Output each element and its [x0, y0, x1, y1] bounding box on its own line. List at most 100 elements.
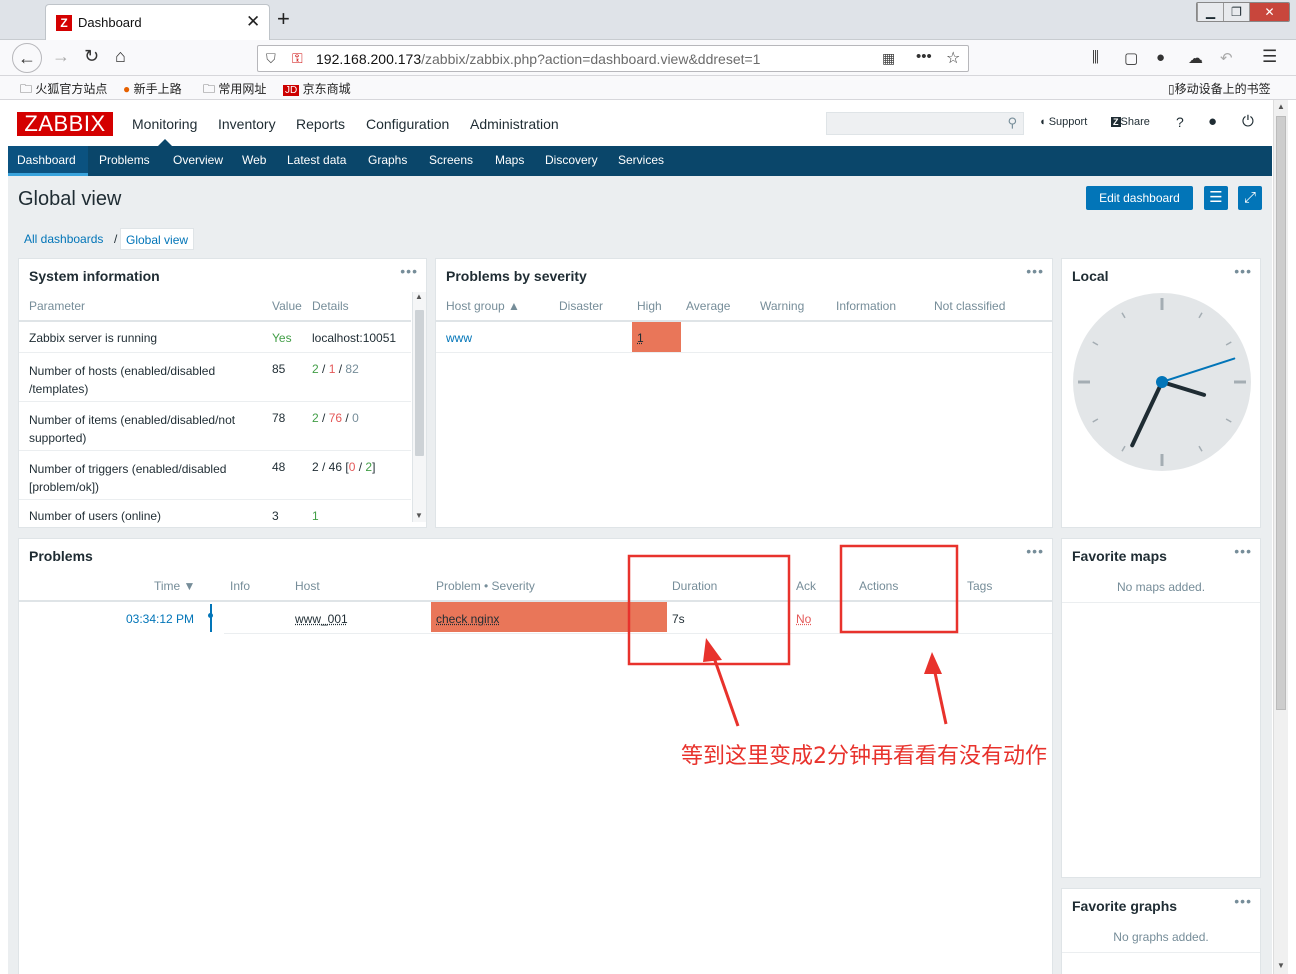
- header-divider: [436, 320, 1052, 322]
- col-header-time[interactable]: Time ▼: [154, 579, 195, 593]
- problem-ack-link[interactable]: No: [796, 612, 811, 626]
- edit-dashboard-button[interactable]: Edit dashboard: [1086, 186, 1193, 210]
- widget-title: System information: [29, 268, 160, 284]
- table-cell: Number of items (enabled/disabled/not su…: [29, 413, 236, 445]
- tab-discovery[interactable]: Discovery: [545, 153, 598, 167]
- bookmark-item[interactable]: 🗀 火狐官方站点: [20, 80, 107, 101]
- url-bar[interactable]: ⛉ ⚿ 192.168.200.173/zabbix/zabbix.php?ac…: [257, 45, 969, 72]
- scrollbar-thumb[interactable]: [415, 310, 424, 456]
- widget-options-icon[interactable]: •••: [1234, 263, 1252, 279]
- menu-inventory[interactable]: Inventory: [218, 116, 276, 132]
- problem-host-link[interactable]: www_001: [295, 612, 348, 626]
- dashboard-menu-icon[interactable]: ☰: [1204, 186, 1228, 210]
- folder-icon: 🗀: [20, 82, 33, 96]
- minimize-icon[interactable]: ▁: [1197, 3, 1223, 21]
- timeline-line: [210, 604, 212, 632]
- account-icon[interactable]: ●: [1156, 49, 1165, 66]
- severity-high-cell[interactable]: 1: [632, 322, 681, 352]
- scroll-up-icon[interactable]: ▲: [1277, 102, 1285, 111]
- bookmark-star-icon[interactable]: ☆: [946, 48, 960, 68]
- widget-options-icon[interactable]: •••: [400, 263, 418, 279]
- tab-dashboard[interactable]: Dashboard: [17, 153, 76, 167]
- search-icon[interactable]: ⚲: [1007, 115, 1017, 131]
- col-header-parameter: Parameter: [29, 299, 86, 313]
- zabbix-favicon-icon: Z: [56, 15, 72, 31]
- widget-title: Local: [1072, 268, 1109, 284]
- scroll-down-icon[interactable]: ▼: [1277, 961, 1285, 970]
- tab-latest-data[interactable]: Latest data: [287, 153, 346, 167]
- problem-severity-cell[interactable]: check nginx: [431, 602, 667, 632]
- new-tab-button[interactable]: +: [277, 6, 290, 32]
- tab-screens[interactable]: Screens: [429, 153, 473, 167]
- host-group-link[interactable]: www: [446, 331, 472, 345]
- col-header-details: Details: [312, 299, 349, 313]
- scrollbar-thumb[interactable]: [1276, 116, 1286, 710]
- fullscreen-icon[interactable]: ⤢: [1238, 186, 1262, 210]
- undo-icon[interactable]: ↶: [1220, 49, 1233, 67]
- scroll-up-icon[interactable]: ▲: [415, 292, 423, 301]
- menu-configuration[interactable]: Configuration: [366, 116, 449, 132]
- problem-name-link[interactable]: check nginx: [436, 612, 499, 626]
- firefox-icon: ●: [123, 82, 131, 96]
- home-icon[interactable]: ⌂: [115, 46, 126, 67]
- reload-icon[interactable]: ↻: [84, 46, 99, 67]
- widget-options-icon[interactable]: •••: [1234, 893, 1252, 909]
- mobile-bookmarks[interactable]: ▯移动设备上的书签: [1168, 80, 1271, 97]
- annotation-text: 等到这里变成2分钟再看看有没有动作: [681, 744, 1047, 769]
- empty-message: No graphs added.: [1113, 930, 1209, 944]
- tab-overview[interactable]: Overview: [173, 153, 223, 167]
- tab-graphs[interactable]: Graphs: [368, 153, 407, 167]
- forward-icon[interactable]: →: [52, 46, 70, 67]
- col-header-high: High: [637, 299, 662, 313]
- library-icon[interactable]: ⫼: [1092, 49, 1099, 66]
- insecure-lock-icon[interactable]: ⚿: [292, 50, 303, 67]
- search-input[interactable]: ⚲: [826, 112, 1024, 135]
- breadcrumb-all-dashboards[interactable]: All dashboards: [24, 232, 103, 246]
- tab-web[interactable]: Web: [242, 153, 266, 167]
- col-header-problem: Problem • Severity: [436, 579, 535, 593]
- back-icon[interactable]: ←: [12, 43, 42, 73]
- widget-options-icon[interactable]: •••: [1026, 263, 1044, 279]
- sidebar-icon[interactable]: ▢: [1124, 49, 1138, 67]
- widget-title: Favorite maps: [1072, 548, 1167, 564]
- shield-icon[interactable]: ⛉: [266, 51, 276, 67]
- share-link[interactable]: Z Share: [1111, 116, 1150, 128]
- qr-code-icon[interactable]: ▦: [882, 50, 895, 67]
- user-profile-icon[interactable]: ●: [1208, 113, 1217, 130]
- page-scrollbar[interactable]: ▲ ▼: [1273, 100, 1288, 974]
- bookmark-item[interactable]: ● 新手上路: [123, 80, 182, 97]
- tab-services[interactable]: Services: [618, 153, 664, 167]
- tab-maps[interactable]: Maps: [495, 153, 524, 167]
- menu-reports[interactable]: Reports: [296, 116, 345, 132]
- chat-icon[interactable]: ☁: [1188, 49, 1203, 67]
- table-cell: 85: [272, 362, 286, 376]
- url-text[interactable]: 192.168.200.173/zabbix/zabbix.php?action…: [316, 51, 760, 67]
- scroll-down-icon[interactable]: ▼: [415, 511, 423, 520]
- maximize-icon[interactable]: ❐: [1223, 3, 1249, 21]
- close-tab-icon[interactable]: ✕: [246, 12, 260, 32]
- window-close-icon[interactable]: ✕: [1249, 3, 1289, 21]
- breadcrumb-current[interactable]: Global view: [120, 228, 195, 250]
- help-icon[interactable]: ?: [1176, 114, 1184, 130]
- col-header-duration: Duration: [672, 579, 718, 593]
- table-cell: Yes: [272, 331, 292, 345]
- support-link[interactable]: ◖ Support: [1039, 116, 1087, 128]
- menu-monitoring[interactable]: Monitoring: [132, 116, 197, 132]
- logout-icon[interactable]: ⏻: [1242, 113, 1254, 130]
- widget-options-icon[interactable]: •••: [1026, 543, 1044, 559]
- browser-tab[interactable]: Z Dashboard ✕: [45, 4, 270, 40]
- empty-message: No maps added.: [1116, 580, 1206, 594]
- high-count[interactable]: 1: [637, 331, 644, 345]
- problem-time-link[interactable]: 03:34:12 PM: [126, 612, 194, 626]
- menu-icon[interactable]: ☰: [1262, 47, 1277, 67]
- bookmarks-bar: 🗀 火狐官方站点 ● 新手上路 🗀 常用网址 JD 京东商城 ▯移动设备上的书签: [0, 76, 1296, 100]
- zabbix-logo[interactable]: ZABBIX: [17, 112, 113, 136]
- bookmark-item[interactable]: JD 京东商城: [283, 80, 351, 97]
- widget-scrollbar[interactable]: ▲ ▼: [412, 292, 426, 522]
- widget-options-icon[interactable]: •••: [1234, 543, 1252, 559]
- bookmark-item[interactable]: 🗀 常用网址: [203, 80, 266, 101]
- page-actions-icon[interactable]: •••: [916, 48, 932, 65]
- col-header-host-group[interactable]: Host group ▲: [446, 299, 520, 313]
- tab-problems[interactable]: Problems: [99, 153, 150, 167]
- menu-administration[interactable]: Administration: [470, 116, 559, 132]
